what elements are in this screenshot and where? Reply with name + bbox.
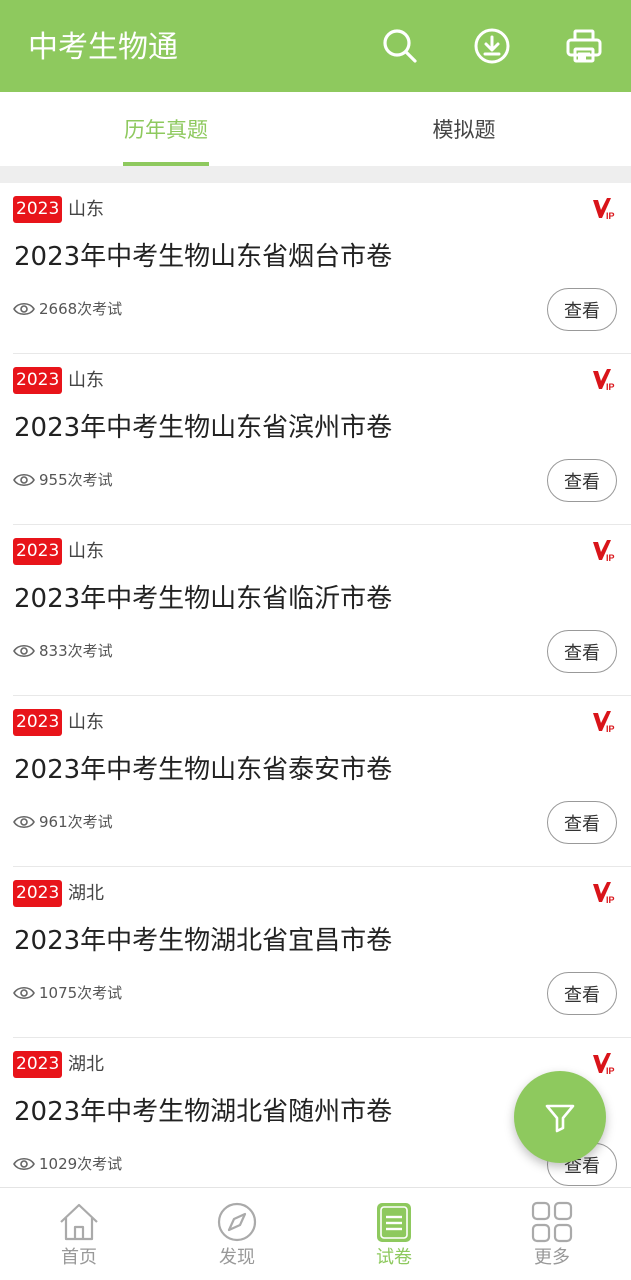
exam-count: 2668次考试 [39, 300, 123, 318]
province-label: 山东 [68, 541, 104, 562]
year-badge: 2023 [13, 538, 63, 565]
svg-text:IP: IP [606, 382, 615, 392]
nav-discover-label: 发现 [219, 1247, 255, 1268]
eye-icon [13, 986, 35, 1000]
paper-title[interactable]: 2023年中考生物山东省烟台市卷 [14, 237, 392, 277]
eye-icon [13, 1157, 35, 1171]
search-icon [383, 29, 417, 63]
nav-home[interactable]: 首页 [19, 1188, 139, 1280]
paper-title[interactable]: 2023年中考生物湖北省宜昌市卷 [14, 921, 392, 961]
section-divider [0, 166, 631, 183]
svg-text:IP: IP [606, 895, 615, 905]
year-badge: 2023 [13, 196, 63, 223]
svg-text:IP: IP [606, 211, 615, 221]
eye-icon [13, 815, 35, 829]
eye-icon [13, 644, 35, 658]
vip-icon: IP [593, 882, 615, 905]
download-icon [474, 28, 510, 64]
paper-title[interactable]: 2023年中考生物山东省泰安市卷 [14, 750, 392, 790]
tab-mock-exams[interactable]: 模拟题 [378, 92, 550, 166]
province-label: 湖北 [68, 1054, 104, 1075]
nav-discover[interactable]: 发现 [177, 1188, 297, 1280]
view-button[interactable]: 查看 [547, 801, 617, 844]
paper-item[interactable]: 2023 山东 IP 2023年中考生物山东省滨州市卷 955次考试 查看 [0, 354, 631, 525]
paper-item[interactable]: 2023 湖北 IP 2023年中考生物湖北省宜昌市卷 1075次考试 查看 [0, 867, 631, 1038]
svg-text:IP: IP [606, 724, 615, 734]
nav-papers-label: 试卷 [376, 1247, 412, 1268]
filter-button[interactable] [514, 1071, 606, 1163]
paper-title[interactable]: 2023年中考生物山东省临沂市卷 [14, 579, 392, 619]
eye-icon [13, 473, 35, 487]
exam-count: 1029次考试 [39, 1155, 123, 1173]
year-badge: 2023 [13, 709, 63, 736]
filter-icon [545, 1104, 575, 1133]
exam-count: 1075次考试 [39, 984, 123, 1002]
view-button[interactable]: 查看 [547, 972, 617, 1015]
nav-papers[interactable]: 试卷 [334, 1188, 454, 1280]
eye-icon [13, 302, 35, 316]
printer-icon [566, 29, 602, 63]
province-label: 湖北 [68, 883, 104, 904]
nav-home-label: 首页 [61, 1247, 97, 1268]
exam-count: 961次考试 [39, 813, 113, 831]
nav-more[interactable]: 更多 [492, 1188, 612, 1280]
vip-icon: IP [593, 540, 615, 563]
paper-title[interactable]: 2023年中考生物湖北省随州市卷 [14, 1092, 392, 1132]
paper-title[interactable]: 2023年中考生物山东省滨州市卷 [14, 408, 392, 448]
grid-icon [531, 1201, 573, 1243]
paper-item[interactable]: 2023 山东 IP 2023年中考生物山东省临沂市卷 833次考试 查看 [0, 525, 631, 696]
year-badge: 2023 [13, 367, 63, 394]
province-label: 山东 [68, 712, 104, 733]
vip-icon: IP [593, 1053, 615, 1076]
exam-count: 833次考试 [39, 642, 113, 660]
app-header: 中考生物通 [0, 0, 631, 92]
nav-more-label: 更多 [534, 1247, 570, 1268]
vip-icon: IP [593, 711, 615, 734]
svg-text:IP: IP [606, 1066, 615, 1076]
document-icon [377, 1203, 411, 1242]
view-button[interactable]: 查看 [547, 288, 617, 331]
province-label: 山东 [68, 199, 104, 220]
year-badge: 2023 [13, 1051, 63, 1078]
year-badge: 2023 [13, 880, 63, 907]
view-button[interactable]: 查看 [547, 459, 617, 502]
download-button[interactable] [468, 22, 516, 70]
paper-list[interactable]: 2023 山东 IP 2023年中考生物山东省烟台市卷 2668次考试 查看 2… [0, 183, 631, 1187]
print-button[interactable] [560, 22, 608, 70]
search-button[interactable] [376, 22, 424, 70]
tab-past-exams[interactable]: 历年真题 [80, 92, 252, 166]
view-button[interactable]: 查看 [547, 630, 617, 673]
app-title: 中考生物通 [28, 30, 178, 65]
exam-count: 955次考试 [39, 471, 113, 489]
svg-text:IP: IP [606, 553, 615, 563]
paper-item[interactable]: 2023 山东 IP 2023年中考生物山东省烟台市卷 2668次考试 查看 [0, 183, 631, 354]
compass-icon [217, 1202, 257, 1242]
paper-item[interactable]: 2023 山东 IP 2023年中考生物山东省泰安市卷 961次考试 查看 [0, 696, 631, 867]
vip-icon: IP [593, 198, 615, 221]
tab-bar: 历年真题 模拟题 [0, 92, 631, 166]
vip-icon: IP [593, 369, 615, 392]
home-icon [60, 1203, 98, 1241]
bottom-nav: 首页 发现 试卷 更多 [0, 1187, 631, 1280]
province-label: 山东 [68, 370, 104, 391]
